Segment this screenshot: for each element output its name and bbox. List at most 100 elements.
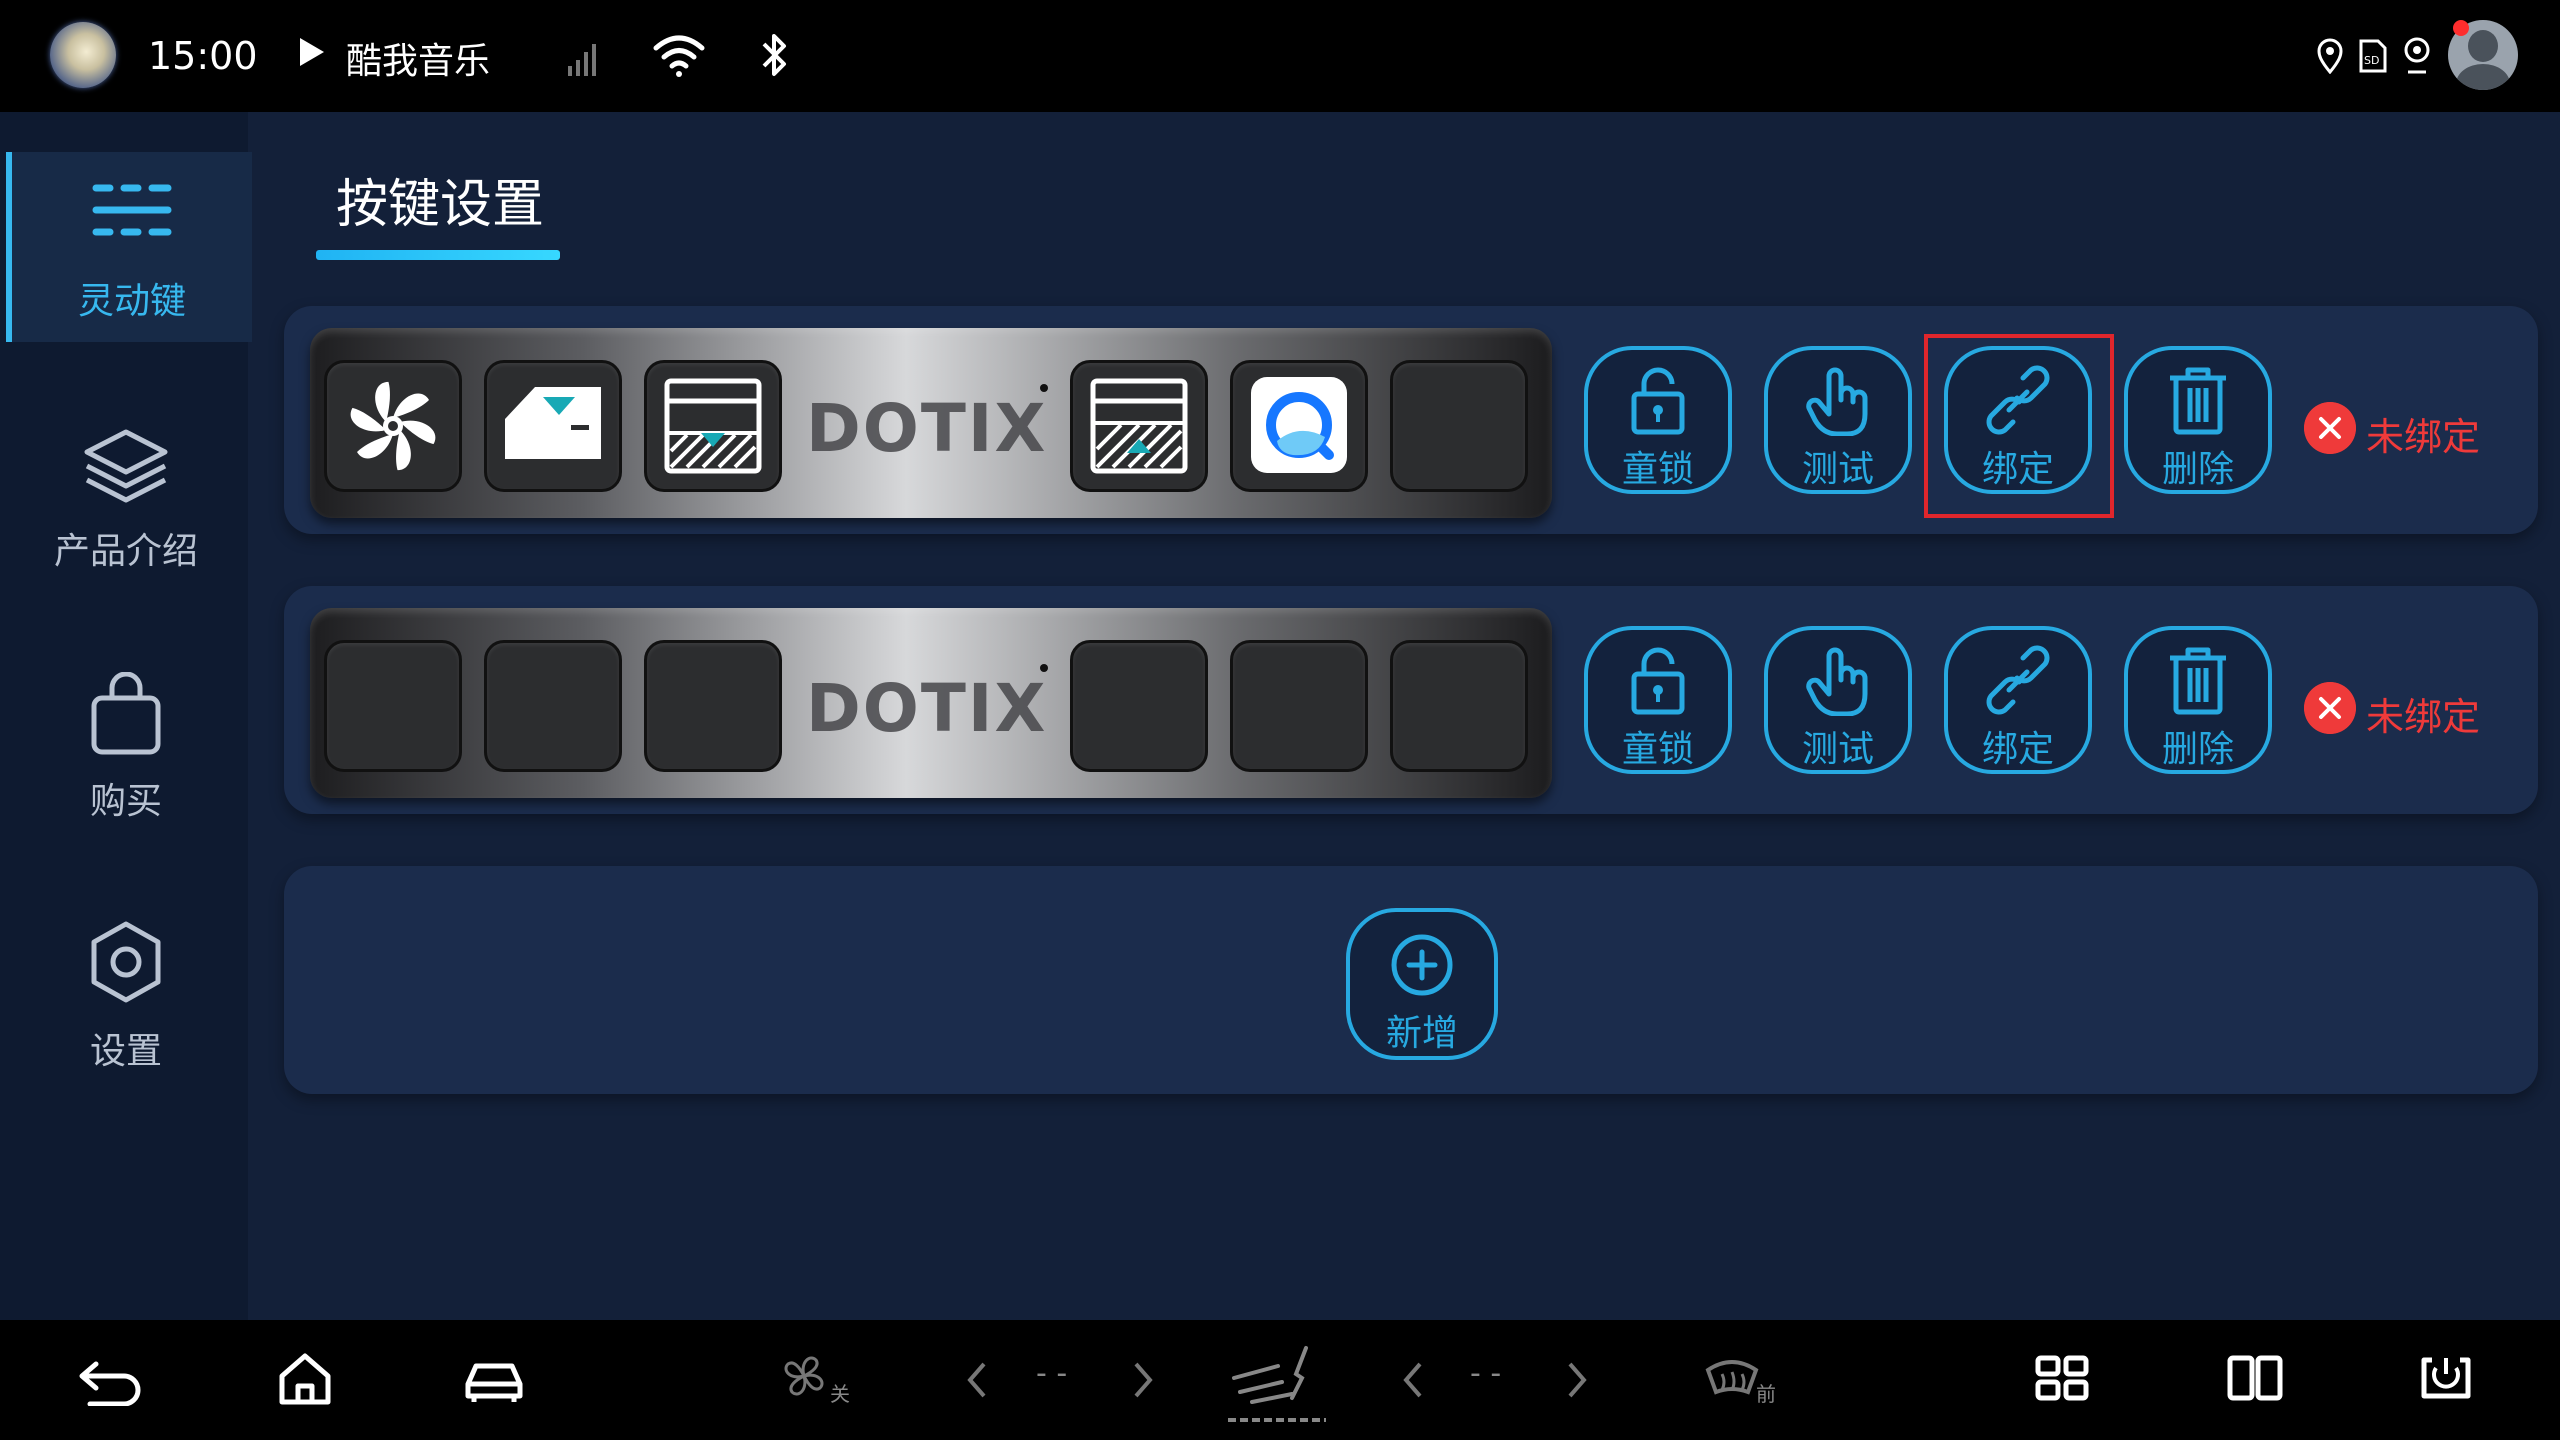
device-key[interactable]	[1230, 360, 1368, 492]
chevron-right-icon[interactable]	[1564, 1360, 1590, 1400]
device-key[interactable]	[1070, 640, 1208, 772]
shopping-bag-icon	[91, 672, 161, 755]
music-app-label[interactable]: 酷我音乐	[346, 32, 490, 84]
logo-dot	[1040, 664, 1048, 672]
defrost-label: 前	[1756, 1382, 1776, 1406]
chevron-right-icon[interactable]	[1130, 1360, 1156, 1400]
hand-tap-icon	[1806, 647, 1868, 716]
fan-status-label: 关	[830, 1382, 850, 1406]
bluetooth-icon[interactable]	[760, 30, 790, 80]
test-button[interactable]: 测试	[1764, 626, 1912, 774]
status-label: 未绑定	[2366, 695, 2481, 739]
hand-tap-icon	[1806, 367, 1868, 436]
bind-label: 绑定	[1981, 729, 2054, 770]
device-key[interactable]	[484, 360, 622, 492]
child-lock-button[interactable]: 童锁	[1584, 626, 1732, 774]
sidebar-item-label: 产品介绍	[53, 531, 198, 572]
sidebar-item-buy[interactable]: 购买	[6, 652, 246, 842]
fan-icon	[350, 381, 436, 471]
device-key[interactable]	[1070, 360, 1208, 492]
delete-button[interactable]: 删除	[2124, 346, 2272, 494]
sidebar-item-smart-keys[interactable]: 灵动键	[6, 152, 252, 342]
sd-card-icon: SD	[2359, 39, 2387, 73]
trash-icon	[2170, 367, 2226, 435]
wifi-icon[interactable]	[652, 34, 706, 78]
error-x-icon	[2304, 682, 2356, 734]
add-device-label: 新增	[1385, 1013, 1458, 1054]
gear-icon	[91, 921, 161, 1003]
power-screen-icon[interactable]	[2418, 1350, 2474, 1402]
split-screen-icon[interactable]	[2226, 1354, 2284, 1402]
notification-dot	[2453, 20, 2469, 36]
sidebar-item-label: 购买	[89, 781, 162, 822]
tab-underline	[316, 250, 560, 260]
child-lock-label: 童锁	[1621, 729, 1694, 770]
selection-highlight	[1924, 334, 2114, 518]
seat-airflow-icon[interactable]	[1222, 1338, 1332, 1430]
chevron-left-icon[interactable]	[1400, 1360, 1426, 1400]
home-orb-icon[interactable]	[50, 22, 116, 88]
device-key[interactable]	[324, 360, 462, 492]
left-temp-value: - -	[1036, 1356, 1068, 1391]
window-up-icon	[1090, 378, 1188, 474]
device-image: DOTIX	[310, 608, 1552, 798]
fan-icon[interactable]	[780, 1350, 830, 1404]
sidebar-item-settings[interactable]: 设置	[6, 902, 246, 1092]
location-icon	[2317, 38, 2343, 74]
camera-icon	[2404, 37, 2430, 74]
svg-text:SD: SD	[2364, 54, 2379, 67]
device-brand-logo: DOTIX	[806, 670, 1048, 747]
browser-app-icon	[1251, 377, 1347, 473]
child-lock-button[interactable]: 童锁	[1584, 346, 1732, 494]
menu-lines-icon	[92, 184, 172, 236]
test-button[interactable]: 测试	[1764, 346, 1912, 494]
test-label: 测试	[1801, 449, 1874, 490]
signal-icon	[568, 44, 596, 76]
device-panel: DOTIX 童锁 测试 绑定 删除 未绑定	[284, 586, 2538, 814]
right-temp-value: - -	[1470, 1356, 1502, 1391]
link-icon	[1986, 645, 2050, 715]
sidebar-item-label: 灵动键	[77, 281, 186, 322]
status-label: 未绑定	[2366, 415, 2481, 459]
trash-icon	[2170, 647, 2226, 715]
status-bar: 15:00 酷我音乐 SD	[0, 0, 2560, 112]
test-label: 测试	[1801, 729, 1874, 770]
sidebar: 灵动键 产品介绍 购买 设置	[0, 112, 252, 1320]
add-device-button[interactable]: 新增	[1346, 908, 1498, 1060]
device-key[interactable]	[644, 640, 782, 772]
device-key[interactable]	[484, 640, 622, 772]
sidebar-item-product-intro[interactable]: 产品介绍	[6, 402, 246, 592]
device-brand-logo: DOTIX	[806, 390, 1048, 467]
car-door-icon	[505, 387, 601, 459]
device-key[interactable]	[1390, 640, 1528, 772]
child-lock-label: 童锁	[1621, 449, 1694, 490]
chevron-left-icon[interactable]	[964, 1360, 990, 1400]
delete-label: 删除	[2161, 729, 2234, 770]
back-arrow-icon[interactable]	[76, 1356, 146, 1406]
delete-button[interactable]: 删除	[2124, 626, 2272, 774]
play-icon[interactable]	[300, 38, 324, 66]
front-defrost-icon[interactable]	[1704, 1352, 1760, 1408]
car-icon[interactable]	[462, 1356, 526, 1404]
plus-circle-icon	[1391, 934, 1453, 996]
device-panel: DOTIX 童锁 测试 绑定 删除 未绑定	[284, 306, 2538, 534]
clock: 15:00	[148, 34, 258, 78]
error-x-icon	[2304, 402, 2356, 454]
lock-icon	[1631, 367, 1685, 435]
layers-icon	[84, 429, 168, 503]
add-device-panel: 新增	[284, 866, 2538, 1094]
bottom-nav-bar: 关 - - - - 前	[0, 1320, 2560, 1440]
delete-label: 删除	[2161, 449, 2234, 490]
device-key[interactable]	[324, 640, 462, 772]
device-image: DOTIX	[310, 328, 1552, 518]
grid-icon[interactable]	[2034, 1354, 2090, 1402]
lock-icon	[1631, 647, 1685, 715]
page-title[interactable]: 按键设置	[336, 162, 544, 237]
home-icon[interactable]	[278, 1352, 332, 1406]
sidebar-item-label: 设置	[89, 1031, 162, 1072]
bind-button[interactable]: 绑定	[1944, 626, 2092, 774]
window-down-icon	[664, 378, 762, 474]
device-key[interactable]	[1230, 640, 1368, 772]
device-key[interactable]	[1390, 360, 1528, 492]
device-key[interactable]	[644, 360, 782, 492]
